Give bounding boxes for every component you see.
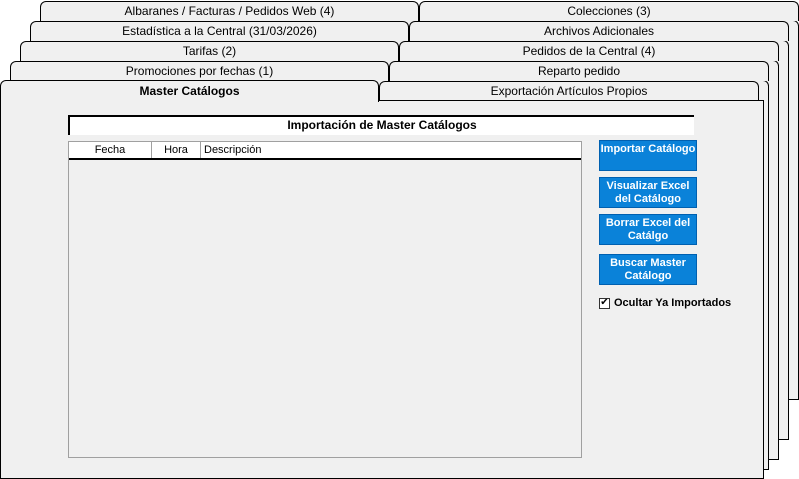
tab-pedidos-central[interactable]: Pedidos de la Central (4) xyxy=(399,41,779,61)
tab-promociones-fechas[interactable]: Promociones por fechas (1) xyxy=(10,61,389,81)
master-catalogos-panel: Importación de Master Catálogos Fecha Ho… xyxy=(0,100,764,479)
search-master-button[interactable]: Buscar Master Catálogo xyxy=(599,254,697,285)
hide-imported-label: Ocultar Ya Importados xyxy=(614,297,732,309)
tab-tarifas[interactable]: Tarifas (2) xyxy=(20,41,399,61)
checkmark-icon: ✔ xyxy=(600,297,609,308)
grid-header: Fecha Hora Descripción xyxy=(69,142,581,160)
tab-colecciones[interactable]: Colecciones (3) xyxy=(419,1,799,21)
delete-excel-button[interactable]: Borrar Excel del Catálgo xyxy=(599,214,697,245)
catalog-grid[interactable]: Fecha Hora Descripción xyxy=(68,141,582,458)
tab-reparto-pedido[interactable]: Reparto pedido xyxy=(389,61,769,81)
import-catalog-button[interactable]: Importar Catálogo xyxy=(599,140,697,171)
tab-archivos-adicionales[interactable]: Archivos Adicionales xyxy=(409,21,789,41)
hide-imported-toggle[interactable]: ✔ Ocultar Ya Importados xyxy=(599,295,731,311)
tab-master-catalogos[interactable]: Master Catálogos xyxy=(0,80,379,102)
view-excel-button[interactable]: Visualizar Excel del Catálogo xyxy=(599,177,697,208)
column-hora[interactable]: Hora xyxy=(152,142,201,158)
tab-exportacion-articulos[interactable]: Exportación Artículos Propios xyxy=(379,81,759,101)
tab-albaranes-facturas[interactable]: Albaranes / Facturas / Pedidos Web (4) xyxy=(40,1,419,21)
hide-imported-checkbox[interactable]: ✔ xyxy=(599,297,610,309)
column-descripcion[interactable]: Descripción xyxy=(201,142,581,158)
tab-estadistica-central[interactable]: Estadística a la Central (31/03/2026) xyxy=(30,21,409,41)
column-fecha[interactable]: Fecha xyxy=(69,142,152,158)
panel-title: Importación de Master Catálogos xyxy=(68,115,694,135)
